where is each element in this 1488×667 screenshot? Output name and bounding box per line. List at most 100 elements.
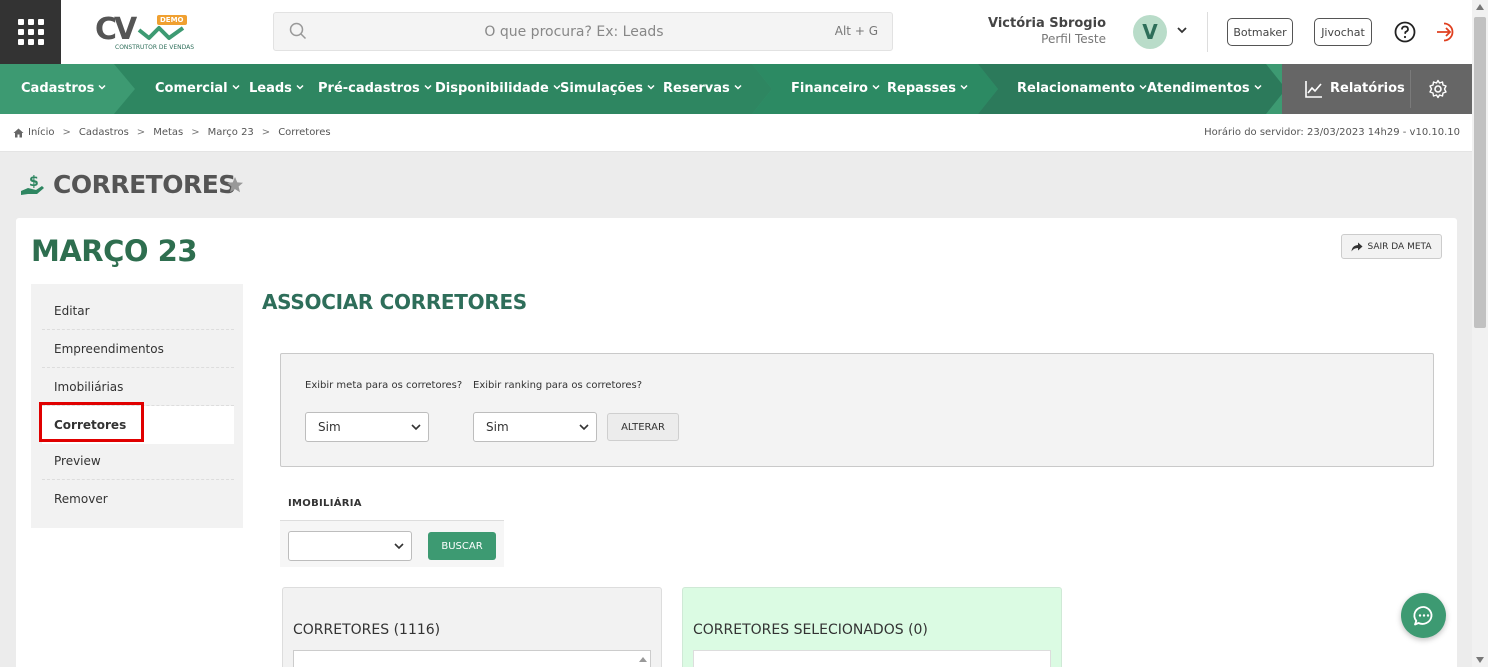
main-nav: Cadastros Comercial Leads Pré-cadastros … (0, 64, 1472, 114)
chevron-down-icon (960, 84, 968, 90)
exit-meta-label: SAIR DA META (1367, 241, 1432, 252)
chevron-down-icon (296, 84, 304, 90)
breadcrumb-cadastros[interactable]: Cadastros (79, 127, 129, 138)
scroll-down-arrow-icon[interactable] (1476, 657, 1484, 663)
home-icon (13, 128, 24, 137)
global-search: Alt + G (273, 12, 893, 51)
breadcrumb-separator: > (136, 127, 146, 138)
side-item-preview[interactable]: Preview (42, 442, 234, 480)
star-icon[interactable] (226, 176, 244, 194)
side-item-imobiliarias[interactable]: Imobiliárias (42, 368, 234, 406)
nav-comercial[interactable]: Comercial (155, 64, 240, 114)
search-icon (289, 22, 307, 40)
available-list[interactable] (293, 650, 651, 667)
nav-financeiro[interactable]: Financeiro (791, 64, 880, 114)
gear-icon[interactable] (1428, 79, 1448, 99)
show-goal-label: Exibir meta para os corretores? (305, 380, 463, 391)
section-title: ASSOCIAR CORRETORES (262, 290, 527, 314)
breadcrumb-inicio[interactable]: Início (28, 127, 54, 138)
breadcrumb-separator: > (191, 127, 200, 138)
search-button[interactable]: BUSCAR (428, 532, 496, 560)
nav-reservas[interactable]: Reservas (663, 64, 742, 114)
demo-badge: DEMO (157, 15, 187, 25)
imobiliaria-select[interactable] (288, 531, 412, 561)
header-divider (1207, 12, 1208, 52)
settings-panel: Exibir meta para os corretores? Exibir r… (280, 353, 1434, 467)
apps-grid-icon[interactable] (0, 0, 61, 64)
nav-divider (1410, 70, 1411, 108)
logout-icon[interactable] (1435, 21, 1457, 43)
logo-text: CV (95, 12, 137, 47)
content-card: MARÇO 23 SAIR DA META Editar Empreendime… (16, 218, 1457, 667)
nav-relacionamento[interactable]: Relacionamento (1017, 64, 1147, 114)
top-bar: CV DEMO CONSTRUTOR DE VENDAS Alt + G Vic… (0, 0, 1472, 64)
chevron-down-icon (394, 543, 404, 550)
exit-meta-button[interactable]: SAIR DA META (1341, 234, 1442, 259)
show-ranking-value: Sim (486, 420, 509, 434)
nav-pre-cadastros[interactable]: Pré-cadastros (318, 64, 432, 114)
botmaker-button[interactable]: Botmaker (1227, 18, 1293, 46)
chat-bubble-icon (1412, 605, 1432, 625)
svg-text:$: $ (29, 174, 39, 190)
search-shortcut: Alt + G (834, 24, 878, 38)
help-icon[interactable] (1394, 21, 1416, 43)
nav-repasses[interactable]: Repasses (887, 64, 968, 114)
chevron-down-icon (424, 84, 432, 90)
chevron-down-icon (734, 84, 742, 90)
chevron-down-icon (872, 84, 880, 90)
highlight-box (39, 402, 144, 442)
brand-logo[interactable]: CV DEMO CONSTRUTOR DE VENDAS (95, 12, 194, 54)
breadcrumb-corretores: Corretores (278, 127, 331, 138)
side-item-remover[interactable]: Remover (42, 480, 234, 518)
alter-button[interactable]: ALTERAR (607, 413, 679, 441)
breadcrumb: Início > Cadastros > Metas > Março 23 > … (13, 127, 331, 138)
breadcrumb-marco[interactable]: Março 23 (208, 127, 254, 138)
show-goal-select[interactable]: Sim (305, 412, 429, 442)
breadcrumb-separator: > (261, 127, 271, 138)
scrollbar-thumb[interactable] (1474, 17, 1486, 328)
user-name[interactable]: Victória Sbrogio (988, 16, 1106, 31)
side-item-empreendimentos[interactable]: Empreendimentos (42, 330, 234, 368)
nav-disponibilidade[interactable]: Disponibilidade (435, 64, 561, 114)
jivochat-button[interactable]: Jivochat (1314, 18, 1372, 46)
logo-tagline: CONSTRUTOR DE VENDAS (115, 44, 195, 51)
page-scrollbar[interactable] (1472, 0, 1488, 667)
user-profile: Perfil Teste (1041, 32, 1106, 46)
side-item-editar[interactable]: Editar (42, 292, 234, 330)
nav-simulacoes[interactable]: Simulações (560, 64, 655, 114)
selected-list-panel: CORRETORES SELECIONADOS (0) (682, 587, 1062, 667)
scroll-up-arrow-icon[interactable] (1476, 4, 1484, 10)
nav-cadastros[interactable]: Cadastros (21, 64, 106, 114)
selected-list-title: CORRETORES SELECIONADOS (0) (693, 622, 928, 638)
nav-leads[interactable]: Leads (249, 64, 304, 114)
chevron-down-icon (1254, 84, 1262, 90)
chevron-down-icon (1139, 84, 1147, 90)
breadcrumb-metas[interactable]: Metas (153, 127, 183, 138)
imobiliaria-label: IMOBILIÁRIA (288, 498, 362, 509)
chat-button[interactable] (1401, 593, 1446, 638)
breadcrumb-separator: > (62, 127, 71, 138)
chevron-down-icon (579, 424, 589, 431)
scroll-up-icon[interactable] (638, 655, 648, 663)
breadcrumb-bar: Início > Cadastros > Metas > Março 23 > … (0, 114, 1472, 152)
chevron-down-icon (411, 424, 421, 431)
server-time: Horário do servidor: 23/03/2023 14h29 - … (1204, 127, 1460, 138)
logo-wave-icon (137, 26, 185, 40)
show-ranking-select[interactable]: Sim (473, 412, 597, 442)
show-goal-value: Sim (318, 420, 341, 434)
available-list-title: CORRETORES (1116) (293, 622, 441, 638)
chevron-down-icon[interactable] (1176, 24, 1188, 36)
page-title: CORRETORES (53, 170, 236, 199)
nav-atendimentos[interactable]: Atendimentos (1147, 64, 1262, 114)
chevron-down-icon (232, 84, 240, 90)
meta-title: MARÇO 23 (31, 234, 198, 268)
avatar[interactable]: V (1133, 15, 1167, 49)
search-input[interactable] (334, 13, 814, 50)
nav-reports[interactable]: Relatórios (1330, 64, 1405, 114)
selected-list[interactable] (693, 650, 1051, 667)
share-arrow-icon (1351, 242, 1363, 251)
nav-reports-area: Relatórios (1282, 64, 1472, 114)
available-list-panel: CORRETORES (1116) (282, 587, 662, 667)
money-hand-icon: $ (21, 174, 44, 195)
line-chart-icon[interactable] (1304, 79, 1324, 99)
